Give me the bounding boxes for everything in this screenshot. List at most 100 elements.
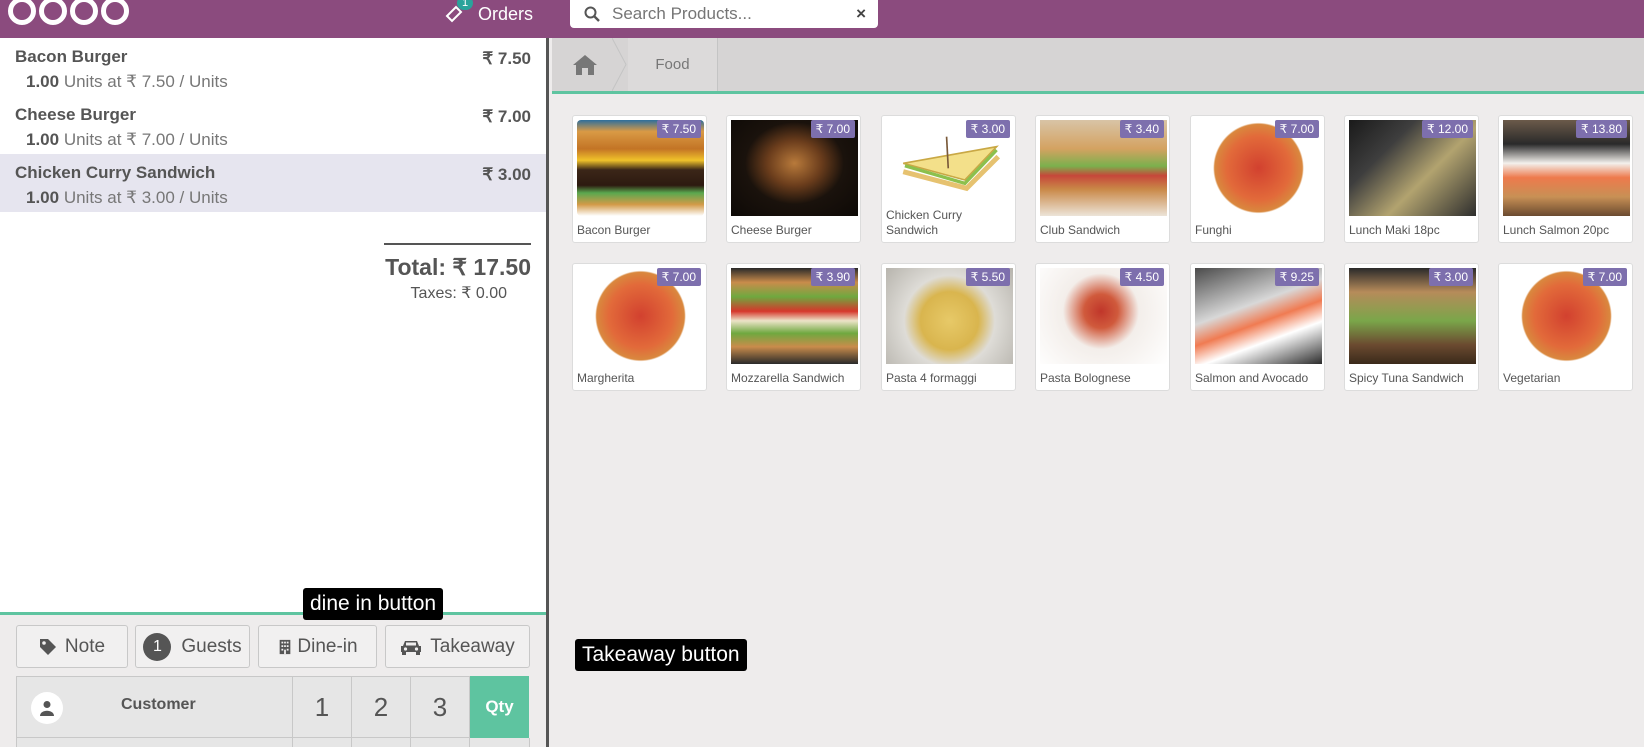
product-name: Chicken Curry Sandwich [886,208,963,237]
product-card[interactable]: ₹ 3.90 Mozzarella Sandwich [726,263,861,391]
top-bar: 1 Orders × [0,0,1644,38]
product-name: Bacon Burger [577,223,651,237]
orders-label: Orders [478,3,534,24]
customer-label: Customer [121,696,196,713]
numpad-cell[interactable] [293,738,352,747]
guests-button[interactable]: 1 Guests [135,625,250,668]
product-price: ₹ 3.90 [810,268,855,286]
order-line-unit-info: Units at ₹ 3.00 / Units [59,188,228,207]
guests-count-badge: 1 [143,632,172,661]
product-price: ₹ 7.50 [656,120,701,138]
product-search: × [570,0,878,28]
product-price: ₹ 4.50 [1119,268,1164,286]
product-price: ₹ 3.00 [965,120,1010,138]
product-name: Salmon and Avocado [1195,371,1309,385]
product-name: Lunch Maki 18pc [1349,223,1440,237]
order-line-qty: 1.00 [26,72,60,91]
breadcrumb-food[interactable]: Food [628,38,718,91]
numpad-next-row [16,738,530,747]
orders-count-badge: 1 [457,0,473,10]
order-line-qty: 1.00 [26,188,60,207]
user-icon [40,701,54,716]
numpad-2-button[interactable]: 2 [352,676,411,738]
orders-button[interactable]: 1 Orders [445,0,533,28]
order-total: Total: ₹ 17.50 [385,254,531,280]
product-card[interactable]: ₹ 13.80 Lunch Salmon 20pc [1498,115,1633,243]
qty-mode-button[interactable]: Qty [470,676,529,738]
order-line-qty: 1.00 [26,130,60,149]
numpad-cell[interactable] [352,738,411,747]
order-line-price: ₹ 7.50 [482,49,531,68]
takeaway-button[interactable]: Takeaway [385,625,530,668]
home-icon [573,54,597,75]
note-label: Note [64,635,106,657]
product-price: ₹ 7.00 [656,268,701,286]
product-card[interactable]: ₹ 12.00 Lunch Maki 18pc [1344,115,1479,243]
product-name: Club Sandwich [1040,223,1121,237]
product-price: ₹ 7.00 [1274,120,1319,138]
search-icon [584,6,600,22]
takeaway-annotation: Takeaway button [575,639,747,671]
clear-search-icon[interactable]: × [856,4,866,24]
product-card[interactable]: ₹ 3.40 Club Sandwich [1035,115,1170,243]
product-card[interactable]: ₹ 7.00 Margherita [572,263,707,391]
order-line[interactable]: Bacon Burger ₹ 7.50 1.00 Units at ₹ 7.50… [0,38,546,96]
product-card[interactable]: ₹ 7.00 Cheese Burger [726,115,861,243]
order-line-info: 1.00 Units at ₹ 3.00 / Units [15,188,531,208]
order-line-price: ₹ 7.00 [482,107,531,126]
takeaway-label: Takeaway [430,635,515,657]
order-line-info: 1.00 Units at ₹ 7.50 / Units [15,72,531,92]
product-card[interactable]: ₹ 7.00 Vegetarian [1498,263,1633,391]
dine-in-button[interactable]: Dine-in [258,625,377,668]
product-price: ₹ 13.80 [1576,120,1627,138]
product-card[interactable]: ₹ 4.50 Pasta Bolognese [1035,263,1170,391]
order-line-name: Bacon Burger [15,47,128,66]
product-name: Pasta 4 formaggi [886,371,977,385]
numpad-cell[interactable] [411,738,470,747]
product-name: Mozzarella Sandwich [731,371,845,385]
dine-in-annotation: dine in button [303,588,444,620]
order-line-unit-info: Units at ₹ 7.00 / Units [59,130,228,149]
guests-label: Guests [181,635,242,657]
product-name: Pasta Bolognese [1040,371,1131,385]
product-name: Spicy Tuna Sandwich [1349,371,1464,385]
product-price: ₹ 7.00 [1582,268,1627,286]
product-card[interactable]: ₹ 7.50 Bacon Burger [572,115,707,243]
order-line-unit-info: Units at ₹ 7.50 / Units [59,72,228,91]
product-price: ₹ 5.50 [965,268,1010,286]
numpad-cell[interactable] [16,738,293,747]
note-button[interactable]: Note [16,625,128,668]
product-card[interactable]: ₹ 9.25 Salmon and Avocado [1190,263,1325,391]
customer-button[interactable]: Customer [16,676,293,738]
product-card[interactable]: ₹ 3.00 Spicy Tuna Sandwich [1344,263,1479,391]
order-line-selected[interactable]: Chicken Curry Sandwich ₹ 3.00 1.00 Units… [0,154,546,212]
order-line-info: 1.00 Units at ₹ 7.00 / Units [15,130,531,150]
home-category-button[interactable] [552,38,618,91]
summary-divider [384,243,531,245]
car-icon [401,640,422,655]
product-price: ₹ 7.00 [810,120,855,138]
product-price: ₹ 9.25 [1274,268,1319,286]
product-card[interactable]: ₹ 5.50 Pasta 4 formaggi [881,263,1016,391]
breadcrumb: Food [552,38,1644,94]
order-taxes: Taxes: ₹ 0.00 [410,285,507,302]
product-price: ₹ 12.00 [1422,120,1473,138]
search-input[interactable] [612,4,842,24]
numpad-1-button[interactable]: 1 [293,676,352,738]
order-line[interactable]: Cheese Burger ₹ 7.00 1.00 Units at ₹ 7.0… [0,96,546,154]
order-line-price: ₹ 3.00 [482,165,531,184]
product-price: ₹ 3.00 [1428,268,1473,286]
control-buttons: Note 1 Guests Dine-in Takeaway Customer … [0,612,546,747]
building-icon [280,639,291,654]
avatar [31,692,63,724]
product-name: Funghi [1195,223,1232,237]
numpad-3-button[interactable]: 3 [411,676,470,738]
dine-in-label: Dine-in [297,635,358,657]
product-card[interactable]: ₹ 3.00 Chicken Curry Sandwich [881,115,1016,243]
product-name: Cheese Burger [731,223,812,237]
order-panel: Bacon Burger ₹ 7.50 1.00 Units at ₹ 7.50… [0,38,549,747]
product-card[interactable]: ₹ 7.00 Funghi [1190,115,1325,243]
product-price: ₹ 3.40 [1119,120,1164,138]
breadcrumb-separator [612,38,627,91]
numpad-cell[interactable] [470,738,530,747]
